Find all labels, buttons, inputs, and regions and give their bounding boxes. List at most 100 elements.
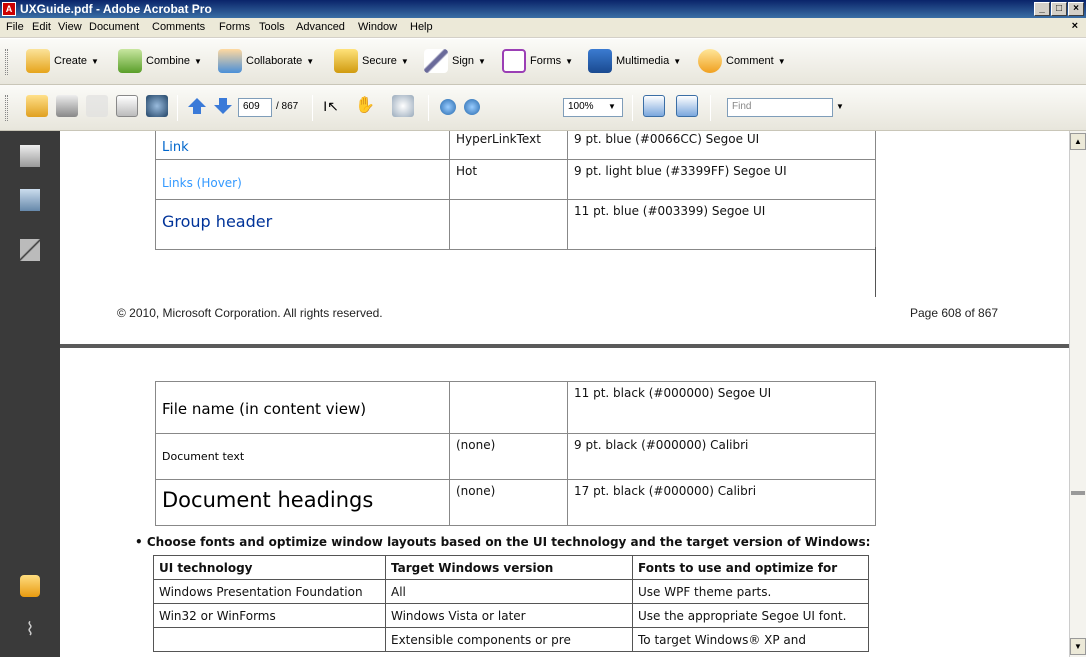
document-view[interactable]: Link HyperLinkText 9 pt. blue (#0066CC) …: [60, 131, 1069, 657]
print-icon[interactable]: [56, 95, 78, 117]
table-row: Win32 or WinForms Windows Vista or later…: [153, 603, 869, 628]
chevron-down-icon[interactable]: ▼: [608, 102, 616, 111]
pen-icon: [424, 49, 448, 73]
table-cell: Use the appropriate Segoe UI font.: [632, 603, 869, 628]
separator: [312, 95, 313, 121]
zoom-out-icon[interactable]: [440, 99, 456, 115]
toolbar-grip[interactable]: [5, 49, 8, 75]
token-cell: (none): [449, 479, 568, 526]
save-icon[interactable]: [86, 95, 108, 117]
token-cell: HyperLinkText: [449, 131, 568, 160]
link-sample: Link: [155, 131, 450, 160]
forms-button[interactable]: Forms ▼: [502, 47, 573, 75]
find-dropdown-icon[interactable]: ▼: [836, 102, 844, 111]
menu-forms[interactable]: Forms: [219, 21, 250, 33]
marquee-zoom-icon[interactable]: [392, 95, 414, 117]
fit-width-icon[interactable]: [643, 95, 665, 117]
link-hover-sample: Links (Hover): [155, 159, 450, 200]
token-cell: Hot: [449, 159, 568, 200]
tasks-toolbar: Create ▼ Combine ▼ Collaborate ▼ Secure ▼ Si…: [0, 39, 1086, 85]
menu-help[interactable]: Help: [410, 21, 433, 33]
multimedia-button[interactable]: Multimedia ▼: [588, 47, 681, 75]
table-cell: Use WPF theme parts.: [632, 579, 869, 604]
table-row: Windows Presentation Foundation All Use …: [153, 579, 869, 604]
find-input[interactable]: Find: [727, 98, 833, 117]
close-button[interactable]: ×: [1068, 2, 1084, 16]
zoom-in-icon[interactable]: [464, 99, 480, 115]
scroll-up-button[interactable]: ▲: [1070, 133, 1086, 150]
page-number-footer: Page 608 of 867: [910, 306, 999, 320]
separator: [632, 95, 633, 121]
scroll-thumb[interactable]: [1071, 491, 1085, 495]
page-number-input[interactable]: 609: [238, 98, 272, 117]
token-cell: (none): [449, 433, 568, 480]
table-row: Document text (none) 9 pt. black (#00000…: [155, 433, 876, 480]
document-headings-sample: Document headings: [155, 479, 450, 526]
menu-file[interactable]: File: [6, 21, 24, 33]
navigation-toolbar: 609 / 867 I↖ ✋ 100% ▼ Find ▼: [0, 85, 1086, 131]
document-text-sample: Document text: [155, 433, 450, 480]
pages-icon[interactable]: [20, 145, 40, 167]
previous-page-icon[interactable]: [186, 95, 208, 117]
column-header: Target Windows version: [385, 555, 633, 580]
menu-edit[interactable]: Edit: [32, 21, 51, 33]
bookmarks-icon[interactable]: [20, 189, 40, 211]
combine-icon: [118, 49, 142, 73]
menu-advanced[interactable]: Advanced: [296, 21, 345, 33]
column-header: Fonts to use and optimize for: [632, 555, 869, 580]
next-page-icon[interactable]: [212, 95, 234, 117]
comments-icon[interactable]: [20, 575, 40, 597]
secure-button[interactable]: Secure ▼: [334, 47, 409, 75]
toolbar-grip-2[interactable]: [5, 95, 8, 121]
file-name-sample: File name (in content view): [155, 381, 450, 434]
signatures-icon[interactable]: [20, 239, 40, 261]
menu-document[interactable]: Document: [89, 21, 139, 33]
separator: [710, 95, 711, 121]
group-header-sample: Group header: [155, 199, 450, 250]
comment-button[interactable]: Comment ▼: [698, 47, 786, 75]
attachments-icon[interactable]: ⌇: [20, 619, 40, 641]
maximize-button[interactable]: □: [1051, 2, 1067, 16]
minimize-button[interactable]: _: [1034, 2, 1050, 16]
fit-page-icon[interactable]: [676, 95, 698, 117]
title-bar: A UXGuide.pdf - Adobe Acrobat Pro _ □ ×: [0, 0, 1086, 18]
create-button[interactable]: Create ▼: [26, 47, 99, 75]
bullet-text: • Choose fonts and optimize window layou…: [135, 535, 871, 549]
open-folder-icon[interactable]: [26, 95, 48, 117]
table-cell: To target Windows® XP and: [632, 627, 869, 652]
menu-view[interactable]: View: [58, 21, 82, 33]
web-icon[interactable]: [146, 95, 168, 117]
menu-bar: File Edit View Document Comments Forms T…: [0, 18, 1086, 38]
table-cell: Win32 or WinForms: [153, 603, 386, 628]
lock-icon: [334, 49, 358, 73]
menu-tools[interactable]: Tools: [259, 21, 285, 33]
acrobat-window: A UXGuide.pdf - Adobe Acrobat Pro _ □ × …: [0, 0, 1086, 657]
token-cell: [449, 381, 568, 434]
menu-comments[interactable]: Comments: [152, 21, 205, 33]
collaborate-icon: [218, 49, 242, 73]
description-cell: 9 pt. black (#000000) Calibri: [567, 433, 876, 480]
description-cell: 17 pt. black (#000000) Calibri: [567, 479, 876, 526]
vertical-scrollbar[interactable]: ▲ ▼: [1069, 131, 1086, 657]
document-close-icon[interactable]: ×: [1072, 20, 1078, 32]
table-row: File name (in content view) 11 pt. black…: [155, 381, 876, 434]
style-table-bottom: File name (in content view) 11 pt. black…: [155, 381, 876, 526]
collaborate-button[interactable]: Collaborate ▼: [218, 47, 314, 75]
forms-icon: [502, 49, 526, 73]
table-row: Extensible components or pre To target W…: [153, 627, 869, 652]
description-cell: 9 pt. blue (#0066CC) Segoe UI: [567, 131, 876, 160]
scroll-down-button[interactable]: ▼: [1070, 638, 1086, 655]
email-icon[interactable]: [116, 95, 138, 117]
select-text-icon[interactable]: I↖: [320, 95, 342, 117]
table-cell: Windows Vista or later: [385, 603, 633, 628]
description-cell: 11 pt. black (#000000) Segoe UI: [567, 381, 876, 434]
page-609: File name (in content view) 11 pt. black…: [60, 348, 1069, 657]
table-cell: [153, 627, 386, 652]
window-title: UXGuide.pdf - Adobe Acrobat Pro: [20, 2, 212, 16]
table-border: [875, 247, 876, 297]
sign-button[interactable]: Sign ▼: [424, 47, 486, 75]
create-pdf-icon: [26, 49, 50, 73]
menu-window[interactable]: Window: [358, 21, 397, 33]
hand-tool-icon[interactable]: ✋: [354, 95, 376, 117]
combine-button[interactable]: Combine ▼: [118, 47, 202, 75]
